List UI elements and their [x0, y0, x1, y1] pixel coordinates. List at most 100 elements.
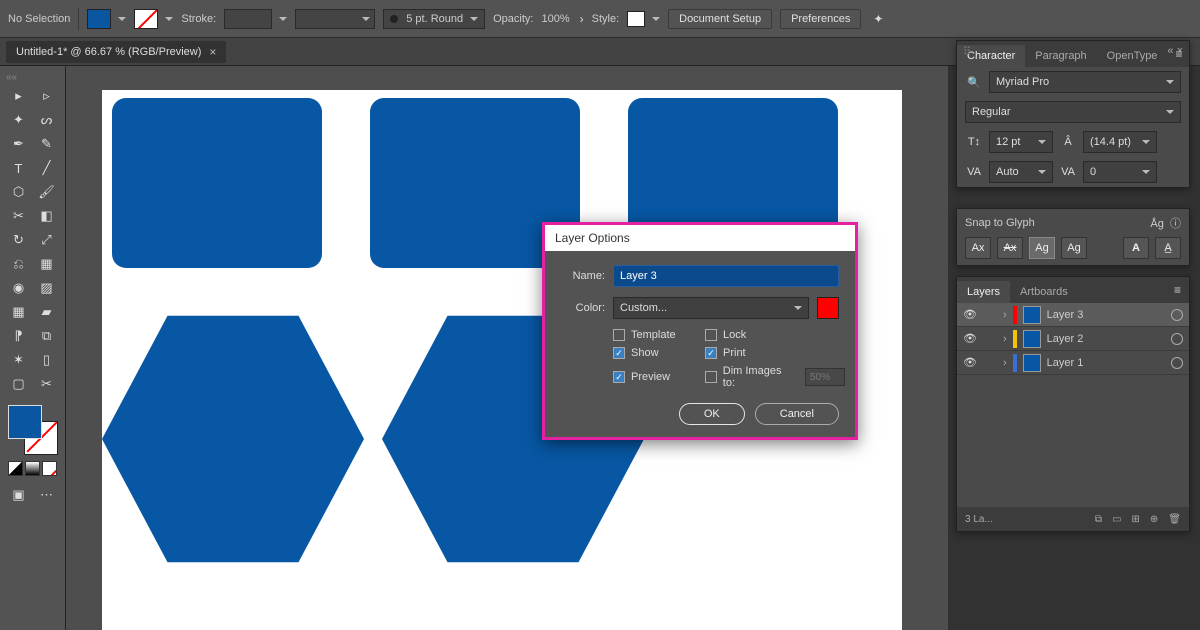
hexagon-1[interactable]	[102, 302, 364, 576]
tools-panel: «« ▸▹ ✦ᔕ ✒✎ T╱ ⬡🖌 ✂◧ ↻⤢ ⎌▦ ◉▨ ▦▰ ⁋⧉ ✶▯ ▢…	[0, 66, 66, 630]
glyph-opt-4[interactable]: Ag	[1061, 237, 1087, 259]
make-clip-icon[interactable]: ▭	[1112, 514, 1121, 525]
pen-tool[interactable]: ✒	[6, 133, 32, 155]
tab-paragraph[interactable]: Paragraph	[1025, 45, 1096, 67]
shape-tool[interactable]: ⬡	[6, 181, 32, 203]
stroke-profile-dropdown[interactable]	[295, 9, 375, 29]
stroke-swatch[interactable]	[134, 9, 173, 29]
shape-builder-tool[interactable]: ◉	[6, 277, 32, 299]
perspective-tool[interactable]: ▨	[34, 277, 60, 299]
ok-button[interactable]: OK	[679, 403, 745, 425]
lasso-tool[interactable]: ᔕ	[34, 109, 60, 131]
tab-layers[interactable]: Layers	[957, 281, 1010, 303]
tracking-input[interactable]: 0	[1083, 161, 1157, 183]
visibility-icon[interactable]: 👁	[963, 332, 977, 345]
direct-selection-tool[interactable]: ▹	[34, 85, 60, 107]
locate-layer-icon[interactable]: ⧉	[1095, 514, 1102, 525]
kerning-input[interactable]: Auto	[989, 161, 1053, 183]
character-panel: ⠿« × Character Paragraph OpenType ≡ 🔍Myr…	[956, 40, 1190, 188]
type-tool[interactable]: T	[6, 157, 32, 179]
fill-stroke-indicator[interactable]	[8, 405, 58, 455]
symbol-sprayer-tool[interactable]: ✶	[6, 349, 32, 371]
layer-row-1[interactable]: 👁 › Layer 1	[957, 351, 1189, 375]
dim-value-input[interactable]	[805, 368, 845, 386]
layer-row-3[interactable]: 👁 › Layer 3	[957, 303, 1189, 327]
layer-name-input[interactable]	[613, 265, 839, 287]
font-family-dropdown[interactable]: Myriad Pro	[989, 71, 1181, 93]
dim-images-checkbox[interactable]: Dim Images to:	[705, 365, 845, 389]
target-icon[interactable]	[1171, 309, 1183, 321]
opacity-input[interactable]: 100%›	[541, 12, 583, 26]
tracking-icon: VA	[1059, 166, 1077, 178]
eraser-tool[interactable]: ◧	[34, 205, 60, 227]
paintbrush-tool[interactable]: 🖌	[34, 181, 60, 203]
font-size-input[interactable]: 12 pt	[989, 131, 1053, 153]
artboard-tool[interactable]: ▢	[6, 373, 32, 395]
layer-color-swatch[interactable]	[817, 297, 839, 319]
layer-thumb	[1023, 306, 1041, 324]
glyph-opt-1[interactable]: Ax	[965, 237, 991, 259]
glyph-opt-2[interactable]: Ax	[997, 237, 1023, 259]
width-tool[interactable]: ⎌	[6, 253, 32, 275]
template-checkbox[interactable]: Template	[613, 329, 701, 341]
target-icon[interactable]	[1171, 333, 1183, 345]
align-icon[interactable]: ✦	[873, 12, 883, 26]
brush-dropdown[interactable]: 5 pt. Round	[383, 9, 485, 29]
show-checkbox[interactable]: ✓Show	[613, 347, 701, 359]
preferences-button[interactable]: Preferences	[780, 9, 861, 29]
fill-swatch[interactable]	[87, 9, 126, 29]
visibility-icon[interactable]: 👁	[963, 308, 977, 321]
delete-layer-icon[interactable]: 🗑	[1168, 514, 1181, 525]
layer-color-dropdown[interactable]: Custom...	[613, 297, 809, 319]
leading-icon: Â	[1059, 136, 1077, 148]
layer-name: Layer 3	[1047, 309, 1084, 321]
layers-menu-icon[interactable]: ≡	[1166, 277, 1189, 303]
close-tab-icon[interactable]: ×	[209, 45, 216, 59]
scale-tool[interactable]: ⤢	[34, 229, 60, 251]
document-tab[interactable]: Untitled-1* @ 66.67 % (RGB/Preview) ×	[6, 41, 226, 63]
free-transform-tool[interactable]: ▦	[34, 253, 60, 275]
glyph-opt-6[interactable]: A̲	[1155, 237, 1181, 259]
blend-tool[interactable]: ⧉	[34, 325, 60, 347]
edit-toolbar[interactable]: ⋯	[34, 484, 60, 506]
panel-collapse-icon[interactable]: « ×	[1167, 45, 1183, 57]
graph-tool[interactable]: ▯	[34, 349, 60, 371]
layers-panel: Layers Artboards ≡ 👁 › Layer 3 👁 › Layer…	[956, 276, 1190, 532]
eyedropper-tool[interactable]: ⁋	[6, 325, 32, 347]
mesh-tool[interactable]: ▦	[6, 301, 32, 323]
rotate-tool[interactable]: ↻	[6, 229, 32, 251]
new-sublayer-icon[interactable]: ⊞	[1132, 514, 1140, 525]
line-tool[interactable]: ╱	[34, 157, 60, 179]
layer-row-2[interactable]: 👁 › Layer 2	[957, 327, 1189, 351]
new-layer-icon[interactable]: ⊕	[1150, 514, 1158, 525]
curvature-tool[interactable]: ✎	[34, 133, 60, 155]
stroke-label: Stroke:	[181, 13, 216, 25]
lock-checkbox[interactable]: Lock	[705, 329, 845, 341]
document-setup-button[interactable]: Document Setup	[668, 9, 772, 29]
target-icon[interactable]	[1171, 357, 1183, 369]
font-style-dropdown[interactable]: Regular	[965, 101, 1181, 123]
glyph-ag-icon[interactable]: Åg	[1150, 218, 1163, 230]
selection-tool[interactable]: ▸	[6, 85, 32, 107]
leading-input[interactable]: (14.4 pt)	[1083, 131, 1157, 153]
stroke-weight-input[interactable]	[224, 9, 287, 29]
info-icon[interactable]: ⓘ	[1170, 218, 1181, 230]
screen-mode-tool[interactable]: ▣	[6, 484, 32, 506]
glyph-opt-5[interactable]: A	[1123, 237, 1149, 259]
fill-color-box[interactable]	[8, 405, 42, 439]
preview-checkbox[interactable]: ✓Preview	[613, 365, 701, 389]
shaper-tool[interactable]: ✂	[6, 205, 32, 227]
magic-wand-tool[interactable]: ✦	[6, 109, 32, 131]
rounded-rect-1[interactable]	[112, 98, 322, 268]
cancel-button[interactable]: Cancel	[755, 403, 839, 425]
style-dropdown[interactable]	[627, 11, 660, 27]
color-mode-switches[interactable]	[8, 461, 57, 476]
glyph-opt-3[interactable]: Ag	[1029, 237, 1055, 259]
slice-tool[interactable]: ✂	[34, 373, 60, 395]
color-label: Color:	[561, 302, 605, 314]
tab-artboards[interactable]: Artboards	[1010, 281, 1078, 303]
gradient-tool[interactable]: ▰	[34, 301, 60, 323]
tab-opentype[interactable]: OpenType	[1097, 45, 1168, 67]
visibility-icon[interactable]: 👁	[963, 356, 977, 369]
print-checkbox[interactable]: ✓Print	[705, 347, 845, 359]
